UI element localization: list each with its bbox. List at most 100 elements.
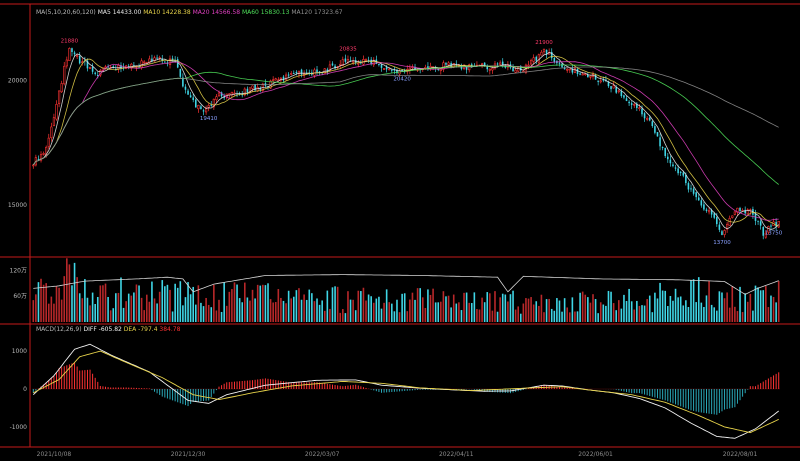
volume-bar — [71, 285, 73, 322]
candle-body — [558, 62, 561, 64]
candle-body — [664, 147, 667, 156]
volume-bar — [202, 306, 205, 322]
candle-body — [687, 183, 690, 190]
candle-body — [55, 104, 58, 120]
volume-bar — [295, 290, 298, 322]
volume-bar — [274, 302, 277, 322]
volume-bar — [334, 286, 336, 322]
volume-bar — [550, 308, 553, 322]
volume-bar — [571, 297, 574, 322]
candle-body — [352, 60, 355, 63]
volume-bar — [156, 303, 158, 322]
volume-bar — [396, 299, 398, 322]
volume-bar — [512, 290, 514, 322]
volume-bar — [419, 288, 421, 322]
candle-body — [537, 54, 540, 63]
candle-body — [197, 104, 200, 110]
candle-body — [718, 224, 721, 230]
candle-body — [705, 209, 708, 211]
candle-body — [542, 48, 546, 53]
volume-bar — [81, 298, 84, 322]
volume-bar — [73, 262, 76, 322]
candle-body — [164, 61, 166, 63]
volume-bar — [620, 308, 623, 322]
volume-bar — [120, 277, 122, 322]
volume-bar — [140, 297, 143, 322]
candle-body — [633, 103, 636, 106]
candle-body — [76, 55, 79, 57]
candle-body — [78, 56, 81, 64]
volume-bar — [703, 307, 705, 322]
candle-body — [184, 86, 187, 90]
date-axis: 2021/10/08 2021/12/30 2022/03/07 2022/04/11… — [37, 451, 758, 458]
price-annotation: 13700 — [713, 240, 731, 246]
futures-chart[interactable]: MA(5,10,20,60,120) MA5 14433.00 MA10 142… — [0, 0, 800, 461]
date-label: 2022/08/01 — [723, 451, 758, 458]
legend-item: DEA -797.4 — [124, 326, 160, 333]
volume-bar — [424, 307, 427, 322]
volume-bar — [151, 281, 153, 322]
candle-body — [661, 147, 664, 149]
volume-bar — [176, 287, 179, 322]
volume-bar — [398, 312, 401, 322]
volume-bar — [347, 291, 349, 322]
volume-bar — [716, 310, 718, 322]
volume-bar — [584, 294, 587, 322]
legend-item: MA(5,10,20,60,120) — [36, 9, 98, 16]
volume-bar — [243, 282, 246, 322]
candle-body — [295, 71, 298, 74]
volume-bar — [218, 299, 220, 322]
macd-tick-label: 1000 — [12, 348, 27, 355]
candle-body — [68, 48, 71, 61]
legend-item: 384.78 — [159, 326, 180, 333]
legend-item: MA60 15830.13 — [242, 9, 291, 16]
volume-bar — [161, 280, 164, 322]
volume-bar — [231, 289, 233, 322]
candle-body — [561, 63, 563, 68]
candle-body — [695, 192, 697, 198]
volume-bar — [491, 310, 494, 322]
volume-bar — [553, 310, 556, 322]
candle-body — [566, 68, 569, 71]
candle-body — [690, 188, 692, 190]
candle-body — [721, 231, 723, 235]
candle-body — [205, 108, 208, 113]
candle-body — [447, 62, 450, 66]
volume-bar — [94, 304, 96, 322]
volume-bar — [305, 299, 308, 322]
volume-bar — [489, 293, 491, 322]
volume-bar — [543, 312, 545, 322]
candle-body — [568, 68, 571, 71]
candle-body — [576, 68, 579, 75]
date-label: 2022/06/01 — [578, 451, 613, 458]
volume-bar — [576, 311, 579, 322]
candle-body — [385, 67, 388, 70]
volume-bar — [107, 296, 109, 322]
candle-body — [445, 62, 447, 65]
volume-bar — [476, 309, 478, 322]
candle-body — [65, 59, 68, 67]
volume-bar — [630, 301, 633, 322]
volume-bar — [465, 292, 468, 322]
candle-body — [597, 80, 599, 82]
candle-body — [615, 86, 618, 93]
volume-bar — [184, 297, 187, 322]
candle-body — [612, 85, 615, 89]
volume-bar — [362, 287, 365, 322]
candle-body — [378, 63, 380, 65]
volume-bar — [298, 288, 300, 322]
volume-bar — [757, 287, 759, 322]
candle-body — [573, 68, 577, 73]
volume-bar — [646, 299, 648, 322]
volume-bar — [481, 297, 483, 322]
volume-bar — [303, 294, 305, 322]
candle-body — [589, 75, 592, 78]
volume-bar — [197, 285, 200, 322]
volume-bar — [42, 284, 45, 322]
candle-body — [491, 67, 494, 71]
volume-bar — [607, 290, 610, 322]
volume-bar — [223, 282, 225, 322]
date-label: 2021/12/30 — [171, 451, 206, 458]
volume-bar — [540, 294, 543, 322]
volume-tick-label: 120万 — [10, 267, 27, 274]
